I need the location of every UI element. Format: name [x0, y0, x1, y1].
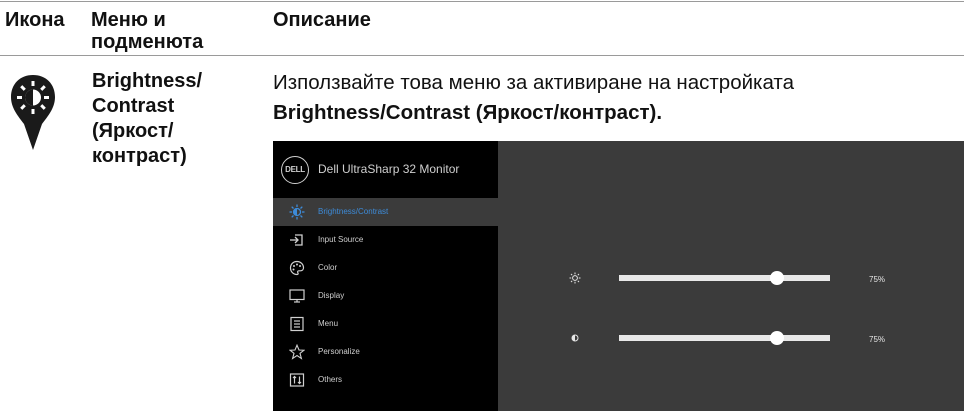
star-icon — [289, 344, 305, 360]
menu-icon — [290, 316, 304, 332]
others-icon — [289, 373, 305, 387]
column-header-menu-line2: подменюта — [91, 31, 204, 53]
osd-item-label: Input Source — [318, 235, 364, 244]
description-bold: Brightness/Contrast (Яркост/контраст) — [273, 101, 657, 124]
contrast-slider[interactable] — [619, 331, 830, 345]
description-text: Използвайте това меню за активиране на н… — [273, 68, 794, 128]
osd-item-color[interactable]: Color — [273, 254, 498, 282]
contrast-slider-knob[interactable] — [770, 331, 785, 345]
column-header-description: Описание — [273, 9, 371, 31]
osd-item-label: Personalize — [318, 347, 360, 356]
osd-screenshot: DELL Dell UltraSharp 32 Monitor Brightne… — [273, 141, 964, 411]
column-header-menu-line1: Меню и — [91, 9, 166, 31]
osd-item-label: Brightness/Contrast — [318, 207, 389, 216]
color-palette-icon — [289, 260, 305, 276]
header-rule — [0, 55, 964, 56]
column-header-menu: Меню и подменюта — [91, 9, 203, 53]
osd-item-label: Others — [318, 375, 343, 384]
menu-name-brightness-contrast: Brightness/ Contrast (Яркост/ контраст) — [92, 69, 202, 169]
osd-item-others[interactable]: Others — [273, 366, 498, 394]
osd-item-menu[interactable]: Menu — [273, 310, 498, 338]
dell-logo: DELL — [281, 156, 309, 184]
description-line1: Използвайте това меню за активиране на н… — [273, 71, 794, 94]
brightness-slider[interactable] — [619, 271, 830, 285]
display-icon — [289, 289, 305, 303]
contrast-value: 75% — [869, 335, 886, 344]
osd-item-brightness-contrast[interactable]: Brightness/Contrast — [273, 198, 498, 226]
input-source-icon — [290, 234, 303, 246]
description-line2: Brightness/Contrast (Яркост/контраст). — [273, 98, 794, 128]
menu-name-line: Contrast — [92, 95, 175, 117]
osd-item-label: Menu — [318, 319, 339, 328]
osd-item-label: Color — [318, 263, 338, 272]
column-header-icon: Икона — [5, 9, 65, 31]
osd-item-display[interactable]: Display — [273, 282, 498, 310]
osd-header: DELL Dell UltraSharp 32 Monitor — [273, 141, 498, 197]
top-rule — [0, 1, 964, 2]
brightness-value: 75% — [869, 275, 886, 284]
osd-title: Dell UltraSharp 32 Monitor — [318, 162, 460, 176]
sun-icon — [569, 272, 581, 284]
menu-name-line: контраст) — [92, 145, 187, 167]
brightness-icon — [289, 204, 305, 220]
osd-item-input-source[interactable]: Input Source — [273, 226, 498, 254]
brightness-slider-knob[interactable] — [770, 271, 785, 285]
osd-item-label: Display — [318, 291, 345, 300]
osd-item-personalize[interactable]: Personalize — [273, 338, 498, 366]
description-end: . — [656, 101, 663, 124]
brightness-pin-icon — [11, 75, 55, 150]
menu-name-line: Brightness/ — [92, 70, 203, 92]
menu-name-line: (Яркост/ — [92, 120, 174, 142]
contrast-icon — [571, 334, 579, 342]
